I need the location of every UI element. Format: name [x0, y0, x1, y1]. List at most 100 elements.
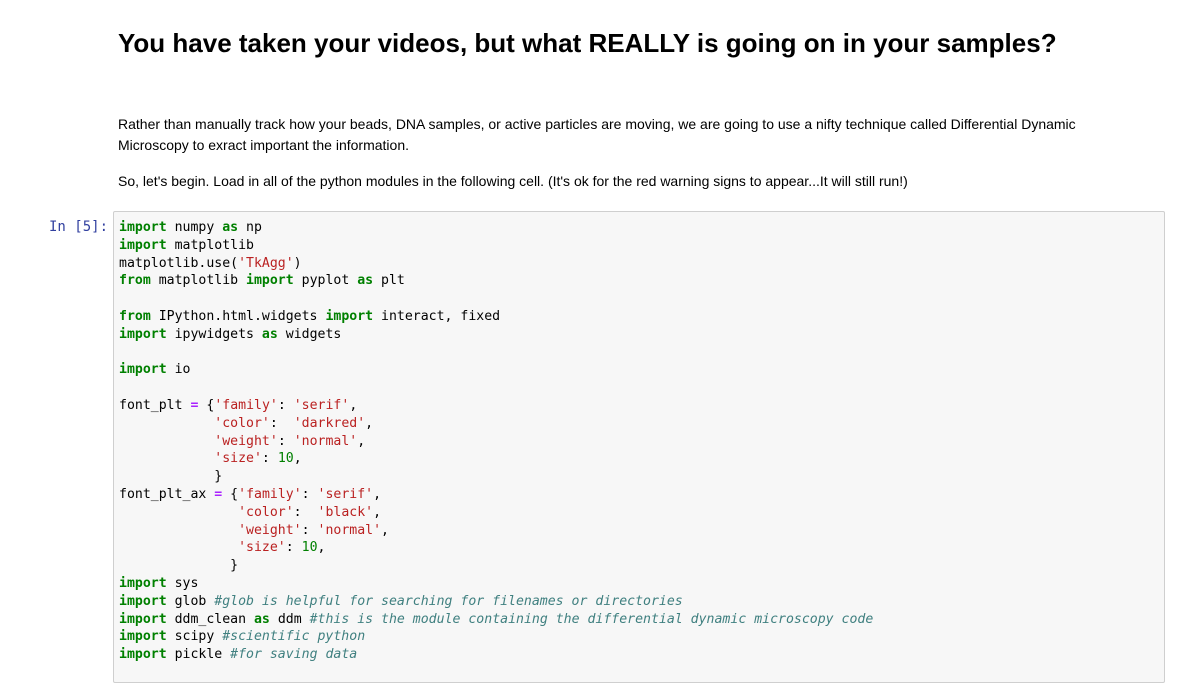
code-cell[interactable]: import numpy as np import matplotlib matpl… [113, 211, 1165, 683]
code-token: font_plt [119, 397, 191, 413]
code-line: import ddm_clean as ddm #this is the mod… [119, 611, 873, 629]
code-token: matplotlib [166, 237, 254, 253]
code-token: 'size' [238, 540, 286, 556]
code-token: 'family' [238, 486, 302, 502]
code-line: 'weight': 'normal', [119, 433, 873, 451]
code-line: import pickle #for saving data [119, 646, 873, 664]
code-token: interact, fixed [373, 308, 501, 324]
code-token: #glob is helpful for searching for filen… [214, 593, 683, 609]
code-token: 'color' [238, 504, 294, 520]
code-token: , [349, 397, 358, 413]
code-line: import glob #glob is helpful for searchi… [119, 593, 873, 611]
code-token: , [317, 540, 326, 556]
code-token: widgets [277, 326, 342, 342]
code-line: matplotlib.use('TkAgg') [119, 255, 873, 273]
code-token: , [373, 504, 382, 520]
code-line: import numpy as np [119, 219, 873, 237]
code-token: import [325, 308, 374, 324]
code-token: from [119, 308, 151, 324]
code-token: { [222, 486, 239, 502]
code-token: : [293, 504, 318, 520]
code-token: as [222, 220, 239, 235]
code-line: 'size': 10, [119, 450, 873, 468]
code-token: scipy [166, 629, 223, 645]
code-token: import [119, 593, 167, 609]
code-token: matplotlib [150, 273, 247, 289]
code-token: IPython.html.widgets [150, 308, 326, 324]
code-token: as [253, 611, 270, 627]
code-token: 10 [301, 540, 318, 556]
code-token: 'normal' [317, 522, 382, 538]
code-token: 'color' [214, 415, 270, 431]
code-line: ​ [119, 290, 873, 308]
notebook-heading: You have taken your videos, but what REA… [118, 28, 1057, 58]
code-token: : [301, 522, 318, 538]
code-token: numpy [166, 220, 223, 235]
code-token: sys [166, 575, 199, 591]
code-token: : [285, 540, 302, 556]
code-token: io [166, 362, 191, 378]
code-token: import [119, 362, 167, 378]
code-token: ) [293, 255, 302, 271]
code-token: #this is the module containing the diffe… [309, 611, 874, 627]
instruction-paragraph: So, let's begin. Load in all of the pyth… [118, 173, 908, 189]
code-token: , [357, 433, 366, 449]
code-token: 'family' [214, 397, 278, 413]
intro-paragraph: Rather than manually track how your bead… [118, 116, 1076, 153]
code-token: } [119, 558, 239, 574]
code-line: } [119, 557, 873, 575]
code-token: 10 [277, 451, 294, 467]
code-token: import [119, 629, 167, 645]
code-token: 'TkAgg' [238, 255, 294, 271]
code-token: : [277, 397, 294, 413]
code-token: ipywidgets [166, 326, 262, 342]
code-token: 'serif' [317, 486, 374, 502]
code-token: 'black' [317, 504, 374, 520]
code-line: from IPython.html.widgets import interac… [119, 308, 873, 326]
code-line: 'color': 'black', [119, 504, 873, 522]
code-token: 'serif' [293, 397, 350, 413]
code-token: matplotlib.use( [119, 255, 239, 271]
code-token: pyplot [293, 273, 358, 289]
code-line: ​ [119, 344, 873, 362]
code-token: : [269, 415, 294, 431]
code-line: 'size': 10, [119, 539, 873, 557]
code-token: 'normal' [293, 433, 358, 449]
code-line: import sys [119, 575, 873, 593]
code-line: import ipywidgets as widgets [119, 326, 873, 344]
code-line: import matplotlib [119, 237, 873, 255]
code-token: , [365, 415, 374, 431]
code-token: font_plt_ax [119, 486, 215, 502]
code-line: font_plt_ax = {'family': 'serif', [119, 486, 873, 504]
code-token: 'darkred' [293, 415, 366, 431]
code-token: from [119, 273, 151, 289]
code-token: import [119, 575, 167, 591]
code-token: } [119, 469, 223, 485]
code-token: { [198, 397, 215, 413]
code-token: import [119, 237, 167, 253]
code-token: as [261, 326, 278, 342]
code-token: : [301, 486, 318, 502]
code-line: from matplotlib import pyplot as plt [119, 272, 873, 290]
code-editor[interactable]: import numpy as np import matplotlib matpl… [119, 219, 873, 664]
code-token: import [246, 273, 294, 289]
code-token: import [119, 326, 167, 342]
code-line: 'weight': 'normal', [119, 522, 873, 540]
code-token: #for saving data [230, 647, 358, 663]
code-line: 'color': 'darkred', [119, 415, 873, 433]
code-line: import scipy #scientific python [119, 628, 873, 646]
code-token: ddm_clean [166, 611, 254, 627]
code-token: import [119, 611, 167, 627]
code-line: font_plt = {'family': 'serif', [119, 397, 873, 415]
code-token: import [119, 647, 167, 663]
code-line: ​ [119, 379, 873, 397]
code-token: 'size' [214, 451, 262, 467]
code-token: import [119, 220, 167, 235]
code-token: as [357, 273, 374, 289]
